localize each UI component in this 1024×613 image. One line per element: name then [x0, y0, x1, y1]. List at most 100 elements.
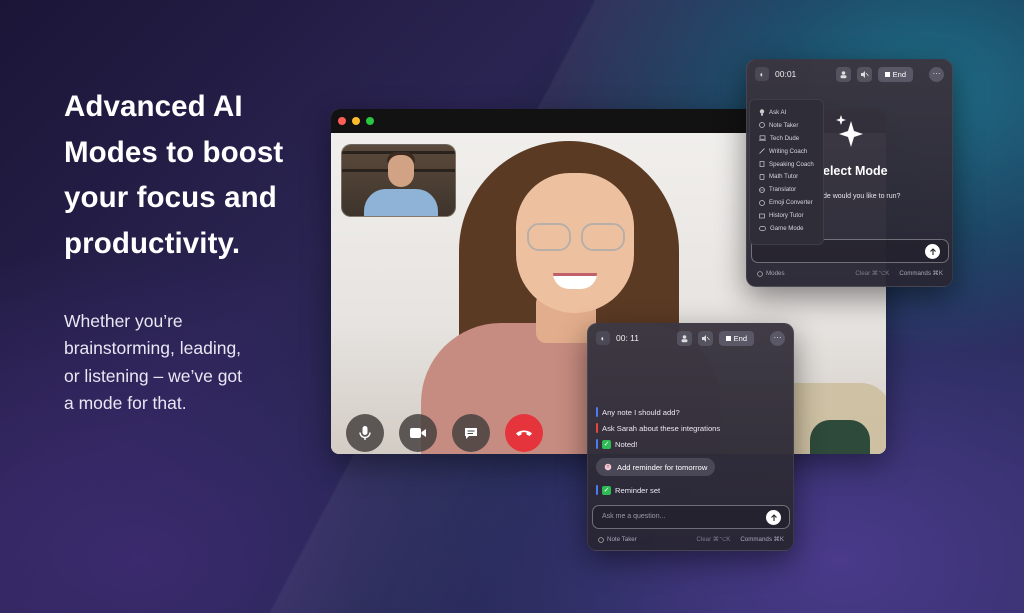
book-icon [759, 213, 765, 218]
headline-line: productivity. [64, 226, 241, 260]
more-options-button[interactable]: ··· [929, 66, 944, 82]
end-button[interactable]: End [718, 330, 754, 346]
message-bar [596, 407, 598, 417]
stop-icon [725, 335, 731, 341]
question-input[interactable]: Ask me a question... [592, 505, 790, 529]
window-zoom-button[interactable] [366, 117, 374, 125]
call-controls [346, 414, 543, 452]
panel-footer: Modes Clear ⌘⌥K Commands ⌘K [757, 270, 943, 277]
menu-item-translator[interactable]: Translator [750, 183, 823, 196]
emoji-icon [759, 199, 765, 206]
more-icon: ··· [773, 333, 782, 342]
subtext-line: brainstorming, leading, [64, 338, 242, 359]
panel-footer: Note Taker Clear ⌘⌥K Commands ⌘K [598, 536, 784, 543]
end-label: End [733, 333, 747, 343]
menu-item-note-taker[interactable]: Note Taker [750, 119, 823, 132]
menu-item-tech-dude[interactable]: Tech Dude [750, 132, 823, 145]
headline-line: Modes to boost [64, 135, 284, 169]
app-logo-icon: ◐ [755, 67, 769, 81]
pen-icon [759, 148, 765, 154]
subtext-line: or listening – we’ve got [64, 365, 243, 386]
panel-topbar: ◐ 00: 11 End ··· [588, 324, 793, 352]
call-timer: 00:01 [775, 69, 797, 79]
camera-icon [410, 428, 426, 438]
send-button[interactable] [925, 244, 940, 259]
check-icon: ✓ [602, 485, 611, 495]
window-minimize-button[interactable] [352, 117, 360, 125]
reminder-chip-label: Add reminder for tomorrow [617, 462, 708, 472]
mode-select-panel: ◐ 00:01 End ··· elect Mode de would you … [746, 59, 953, 287]
menu-item-label: Ask AI [769, 108, 787, 116]
menu-item-label: Tech Dude [770, 134, 800, 142]
alarm-icon [604, 463, 612, 471]
mode-menu: Ask AI Note Taker Tech Dude Writing Coac… [749, 99, 824, 245]
more-options-button[interactable]: ··· [770, 330, 785, 346]
menu-item-game-mode[interactable]: Game Mode [750, 222, 823, 235]
arrow-up-icon [929, 247, 936, 255]
sparkle-icon [836, 115, 863, 147]
menu-item-history-tutor[interactable]: History Tutor [750, 209, 823, 222]
microphone-icon [359, 426, 371, 440]
mute-button[interactable] [697, 330, 713, 346]
menu-item-label: Emoji Converter [769, 199, 813, 207]
send-button[interactable] [766, 510, 781, 525]
note-taker-footer-button[interactable]: Note Taker [598, 536, 637, 543]
camera-button[interactable] [399, 414, 437, 452]
menu-item-label: Note Taker [769, 121, 799, 129]
menu-item-label: Game Mode [770, 224, 804, 232]
note-icon [598, 536, 604, 543]
laptop-icon [759, 135, 766, 141]
modes-icon [757, 270, 763, 277]
message: ✓ Reminder set [596, 482, 786, 498]
conversation: Any note I should add? Ask Sarah about t… [596, 404, 786, 498]
menu-item-emoji-converter[interactable]: Emoji Converter [750, 196, 823, 209]
panel-topbar: ◐ 00:01 End ··· [747, 60, 952, 88]
end-call-button[interactable] [505, 414, 543, 452]
commands-shortcut[interactable]: Commands ⌘K [899, 270, 943, 277]
call-timer: 00: 11 [616, 333, 640, 343]
message-text: Any note I should add? [602, 407, 680, 417]
modes-footer-button[interactable]: Modes [757, 270, 785, 277]
menu-item-label: Speaking Coach [769, 160, 814, 168]
message: ✓ Noted! [596, 436, 786, 452]
add-reminder-chip[interactable]: Add reminder for tomorrow [596, 458, 716, 476]
mode-title: elect Mode [823, 164, 888, 178]
message-text: Reminder set [615, 485, 661, 495]
clear-shortcut[interactable]: Clear ⌘⌥K [855, 270, 889, 277]
clear-shortcut[interactable]: Clear ⌘⌥K [696, 536, 730, 543]
message: Any note I should add? [596, 404, 786, 420]
commands-shortcut[interactable]: Commands ⌘K [740, 536, 784, 543]
document-icon [759, 161, 765, 167]
check-icon: ✓ [602, 439, 611, 449]
incognito-icon [681, 334, 688, 342]
message-bar [596, 485, 598, 495]
more-icon: ··· [932, 69, 941, 78]
background-plant [810, 420, 870, 454]
end-button[interactable]: End [877, 66, 913, 82]
menu-item-ask-ai[interactable]: Ask AI [750, 106, 823, 119]
chat-icon [465, 428, 477, 439]
hide-button[interactable] [835, 66, 851, 82]
microphone-button[interactable] [346, 414, 384, 452]
mode-question: de would you like to run? [823, 193, 901, 200]
menu-item-label: History Tutor [769, 212, 804, 220]
calculator-icon [759, 174, 765, 180]
chat-button[interactable] [452, 414, 490, 452]
self-view-thumbnail[interactable] [341, 144, 456, 217]
mute-button[interactable] [856, 66, 872, 82]
mute-icon [860, 70, 869, 78]
menu-item-speaking-coach[interactable]: Speaking Coach [750, 158, 823, 171]
self-shirt [364, 189, 438, 216]
subtext-line: a mode for that. [64, 392, 187, 413]
window-close-button[interactable] [338, 117, 346, 125]
message-text: Noted! [615, 439, 638, 449]
globe-icon [759, 186, 765, 193]
arrow-up-icon [770, 513, 777, 521]
mute-icon [701, 334, 710, 342]
hide-button[interactable] [676, 330, 692, 346]
message-bar [596, 423, 598, 433]
message-bar [596, 439, 598, 449]
menu-item-math-tutor[interactable]: Math Tutor [750, 170, 823, 183]
bulb-icon [759, 109, 765, 116]
menu-item-writing-coach[interactable]: Writing Coach [750, 145, 823, 158]
